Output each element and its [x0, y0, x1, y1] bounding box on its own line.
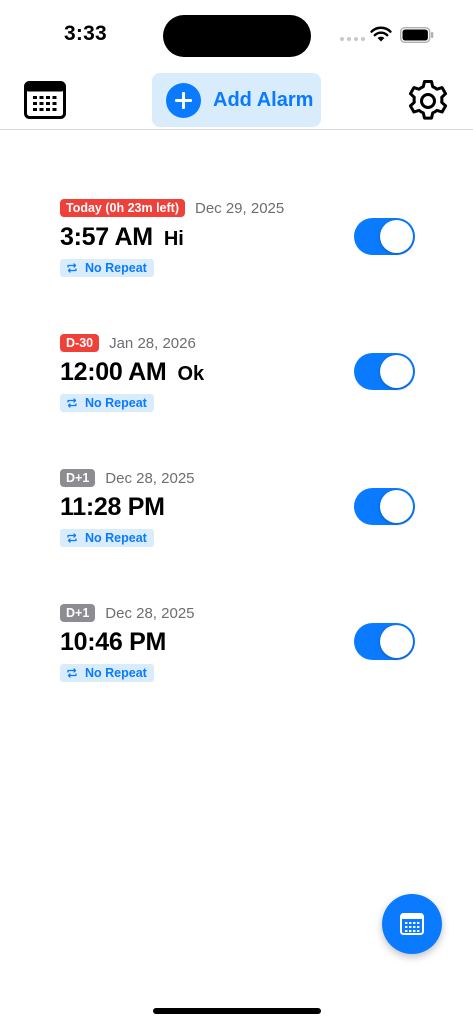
- add-alarm-label: Add Alarm: [213, 88, 314, 111]
- repeat-icon: [67, 533, 77, 543]
- alarm-item[interactable]: Today (0h 23m left) Dec 29, 2025 3:57 AM…: [60, 198, 440, 288]
- toggle-knob: [380, 355, 413, 388]
- repeat-badge: No Repeat: [60, 664, 154, 682]
- calendar-fab-button[interactable]: [382, 894, 442, 954]
- alarm-date: Dec 29, 2025: [194, 199, 285, 217]
- alarm-date: Jan 28, 2026: [109, 334, 196, 352]
- alarm-item[interactable]: D-30 Jan 28, 2026 12:00 AM Ok No Repeat: [60, 333, 440, 423]
- alarm-time: 3:57 AM: [60, 223, 153, 251]
- alarm-date: Dec 28, 2025: [105, 469, 195, 487]
- repeat-label: No Repeat: [85, 531, 147, 545]
- alarm-time: 10:46 PM: [60, 628, 166, 656]
- alarm-date: Dec 28, 2025: [105, 604, 195, 622]
- alarm-name: Hi: [163, 228, 184, 250]
- repeat-label: No Repeat: [85, 666, 147, 680]
- alarm-toggle[interactable]: [354, 488, 415, 525]
- alarm-toggle[interactable]: [354, 353, 415, 390]
- repeat-icon: [67, 398, 77, 408]
- cellular-signal-icon: [340, 37, 365, 41]
- status-time: 3:33: [64, 22, 107, 45]
- alarm-name: Ok: [177, 363, 205, 385]
- repeat-icon: [67, 263, 77, 273]
- nav-bar: Add Alarm: [0, 70, 473, 130]
- dday-badge: Today (0h 23m left): [60, 199, 185, 217]
- status-bar: 3:33: [0, 0, 473, 70]
- alarm-item[interactable]: D+1 Dec 28, 2025 11:28 PM No Repeat: [60, 468, 440, 558]
- alarm-time: 11:28 PM: [60, 493, 165, 521]
- repeat-icon: [67, 668, 77, 678]
- dday-badge: D+1: [60, 469, 96, 487]
- calendar-icon: [400, 913, 424, 935]
- calendar-grid-icon: [24, 81, 66, 119]
- gear-icon: [408, 80, 448, 120]
- repeat-badge: No Repeat: [60, 259, 154, 277]
- repeat-label: No Repeat: [85, 396, 147, 410]
- alarm-time: 12:00 AM: [60, 358, 167, 386]
- home-indicator: [153, 1008, 321, 1014]
- repeat-badge: No Repeat: [60, 529, 154, 547]
- calendar-button[interactable]: [24, 81, 66, 119]
- battery-icon: [400, 27, 434, 43]
- alarm-toggle[interactable]: [354, 218, 415, 255]
- add-alarm-button[interactable]: Add Alarm: [152, 73, 321, 127]
- alarm-toggle[interactable]: [354, 623, 415, 660]
- repeat-badge: No Repeat: [60, 394, 154, 412]
- settings-button[interactable]: [404, 77, 452, 125]
- plus-circle-icon: [166, 82, 201, 118]
- dday-badge: D+1: [60, 604, 96, 622]
- toggle-knob: [380, 220, 413, 253]
- toggle-knob: [380, 490, 413, 523]
- wifi-icon: [370, 26, 392, 42]
- toggle-knob: [380, 625, 413, 658]
- repeat-label: No Repeat: [85, 261, 147, 275]
- dday-badge: D-30: [60, 334, 100, 352]
- dynamic-island: [163, 15, 311, 57]
- alarm-item[interactable]: D+1 Dec 28, 2025 10:46 PM No Repeat: [60, 603, 440, 693]
